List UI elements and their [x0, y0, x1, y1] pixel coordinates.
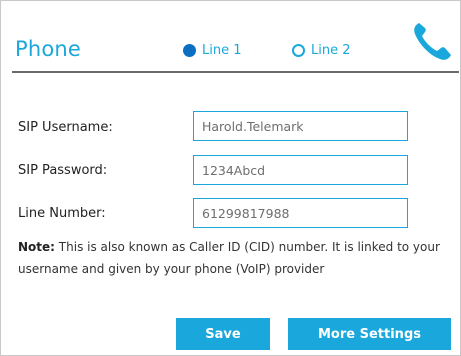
line-1-label: Line 1: [202, 43, 242, 58]
page-title: Phone: [15, 37, 82, 61]
sip-username-label: SIP Username:: [18, 120, 113, 135]
sip-password-input[interactable]: [193, 155, 408, 185]
caller-id-note: Note: This is also known as Caller ID (C…: [18, 236, 456, 280]
line-1-option[interactable]: Line 1: [183, 43, 242, 58]
line-number-label: Line Number:: [18, 206, 106, 221]
save-button[interactable]: Save: [176, 318, 270, 350]
line-2-radio[interactable]: [292, 44, 305, 57]
note-label: Note:: [18, 240, 55, 254]
note-text: This is also known as Caller ID (CID) nu…: [18, 240, 440, 276]
line-number-input[interactable]: [193, 198, 408, 228]
more-settings-button[interactable]: More Settings: [288, 318, 451, 350]
line-2-option[interactable]: Line 2: [292, 43, 351, 58]
header-divider: [12, 71, 459, 73]
line-1-radio[interactable]: [183, 44, 196, 57]
sip-password-label: SIP Password:: [18, 163, 108, 178]
line-2-label: Line 2: [311, 43, 351, 58]
phone-handset-icon: [414, 23, 451, 60]
sip-username-input[interactable]: [193, 111, 408, 141]
